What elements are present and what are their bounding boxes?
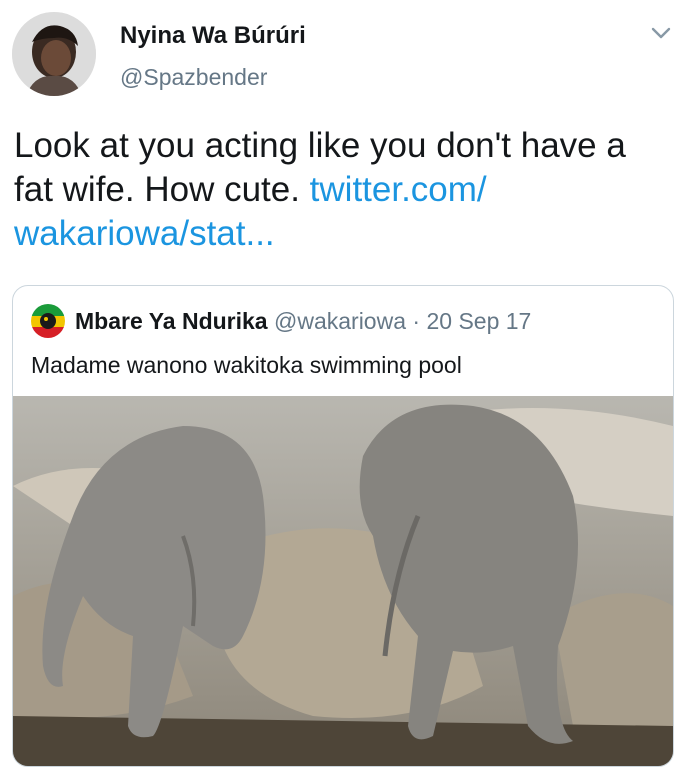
elephants-photo-icon (13, 396, 673, 766)
quoted-date[interactable]: 20 Sep 17 (426, 308, 531, 334)
quoted-display-name[interactable]: Mbare Ya Ndurika (75, 308, 268, 334)
quoted-media-photo[interactable] (13, 396, 673, 766)
quoted-text: Madame wanono wakitoka swimming pool (31, 352, 462, 378)
rasta-flag-avatar-icon (31, 304, 65, 338)
quoted-header: Mbare Ya Ndurika @wakariowa · 20 Sep 17 (75, 308, 531, 335)
tweet-card: Nyina Wa Búrúri @Spazbender Look at you … (0, 0, 684, 767)
tweet-menu-button[interactable] (648, 20, 674, 46)
author-handle[interactable]: @Spazbender (120, 64, 267, 91)
quoted-handle[interactable]: @wakariowa (274, 308, 406, 334)
quoted-author-avatar[interactable] (31, 304, 65, 338)
chevron-down-icon (651, 27, 671, 39)
meta-separator: · (406, 308, 427, 334)
author-display-name[interactable]: Nyina Wa Búrúri (120, 22, 306, 50)
profile-photo-icon (12, 12, 96, 96)
tweet-text: Look at you acting like you don't have a… (14, 124, 664, 256)
author-avatar[interactable] (12, 12, 96, 96)
quoted-tweet[interactable]: Mbare Ya Ndurika @wakariowa · 20 Sep 17 … (12, 285, 674, 767)
